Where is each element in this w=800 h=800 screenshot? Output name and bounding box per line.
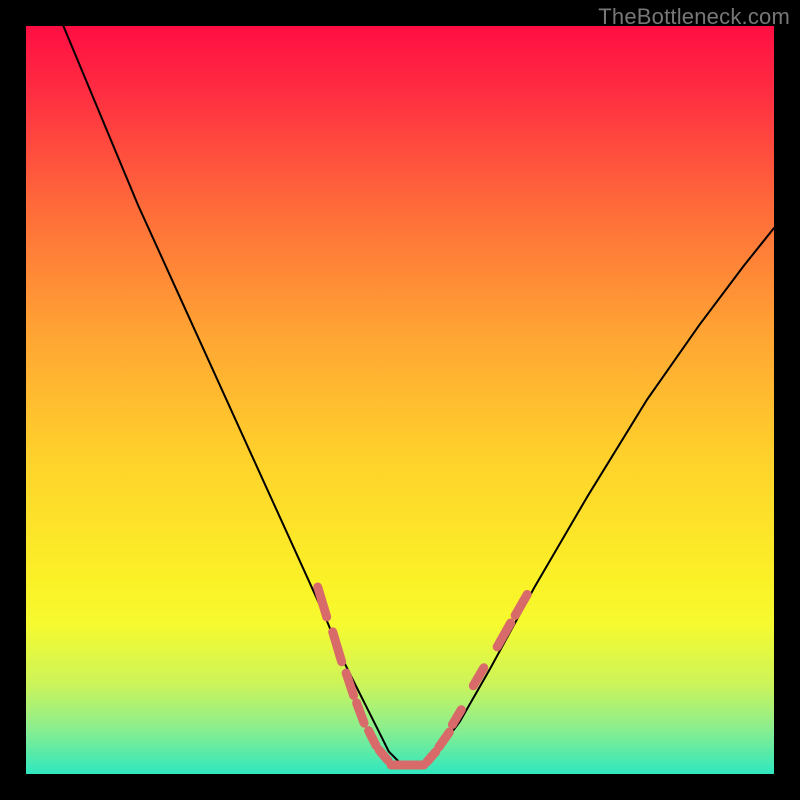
curve-marker <box>369 731 377 746</box>
curve-marker <box>333 632 342 662</box>
v-curve <box>63 26 774 767</box>
curve-marker <box>346 673 354 696</box>
curve-marker <box>515 595 527 616</box>
curve-marker <box>427 752 436 762</box>
curve-marker <box>357 703 365 723</box>
watermark-text: TheBottleneck.com <box>598 4 790 30</box>
plot-area <box>26 26 774 774</box>
chart-frame: TheBottleneck.com <box>0 0 800 800</box>
curve-marker <box>439 732 450 747</box>
curve-layer <box>26 26 774 774</box>
curve-marker <box>318 587 327 617</box>
curve-marker <box>497 623 511 647</box>
curve-marker <box>379 750 388 760</box>
